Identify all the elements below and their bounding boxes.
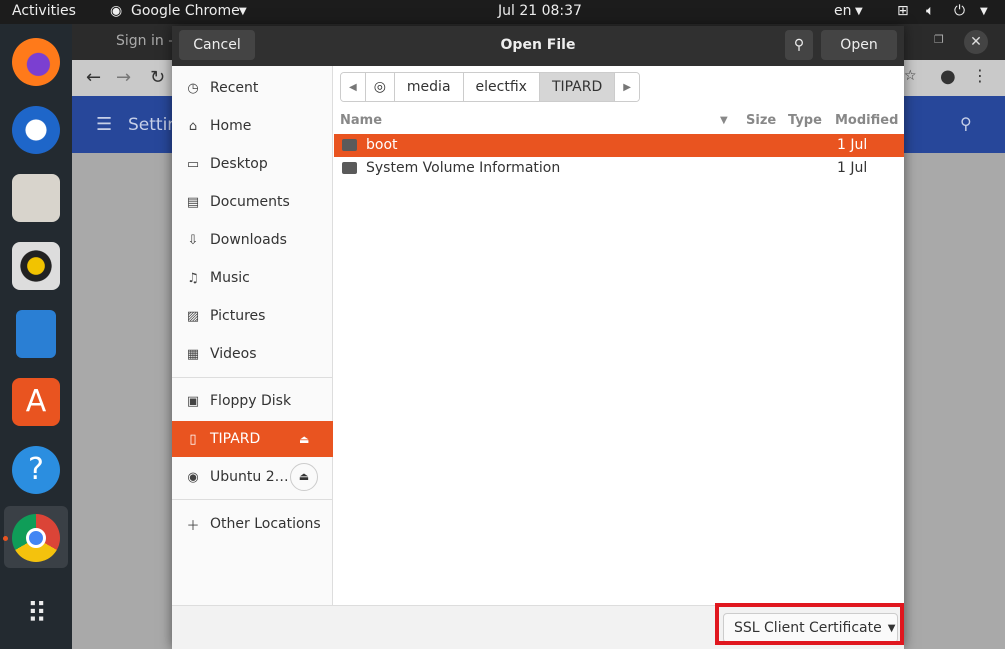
- path-segment-electfix[interactable]: electfix: [463, 73, 540, 101]
- rhythmbox-icon[interactable]: [12, 242, 60, 290]
- menu-icon[interactable]: ⋮: [972, 66, 988, 85]
- column-size[interactable]: Size: [746, 113, 776, 128]
- sidebar-item-downloads[interactable]: ⇩ Downloads: [172, 222, 333, 258]
- show-applications-icon[interactable]: ⠿: [12, 590, 60, 638]
- sidebar-item-videos[interactable]: ▦ Videos: [172, 336, 333, 372]
- drive-icon[interactable]: ◎: [365, 73, 395, 101]
- path-scroll-left[interactable]: ◀: [341, 73, 366, 101]
- thunderbird-icon[interactable]: [12, 106, 60, 154]
- sidebar-item-desktop[interactable]: ▭ Desktop: [172, 146, 333, 182]
- writer-icon[interactable]: [16, 310, 56, 358]
- dialog-header: Cancel Open File ⚲ Open: [172, 26, 904, 66]
- sidebar-item-tipard[interactable]: ▯ TIPARD ⏏: [172, 421, 333, 457]
- sidebar-item-floppy[interactable]: ▣ Floppy Disk: [172, 383, 333, 419]
- eject-icon[interactable]: ⏏: [299, 433, 309, 446]
- chrome-tab[interactable]: Sign in –: [116, 33, 175, 49]
- sidebar-item-ubuntu[interactable]: ◉ Ubuntu 2… ⏏: [172, 459, 333, 495]
- folder-icon: [342, 162, 357, 174]
- chrome-app-icon: ◉: [110, 3, 123, 19]
- dock: A ? ⠿: [0, 24, 72, 649]
- column-modified[interactable]: Modified: [835, 113, 898, 128]
- activities-button[interactable]: Activities: [12, 3, 76, 19]
- chevron-down-icon: ▼: [855, 6, 863, 17]
- usb-drive-icon: ▯: [189, 431, 197, 447]
- column-type[interactable]: Type: [788, 113, 822, 128]
- divider: [172, 377, 333, 378]
- sidebar-item-other-locations[interactable]: ＋ Other Locations: [172, 506, 333, 542]
- column-name[interactable]: Name: [340, 113, 382, 128]
- clock-icon: ◷: [187, 80, 199, 96]
- software-icon[interactable]: A: [12, 378, 60, 426]
- file-row[interactable]: System Volume Information 1 Jul: [334, 157, 904, 180]
- sidebar-item-recent[interactable]: ◷ Recent: [172, 70, 333, 106]
- path-bar: ◀ ◎ media electfix TIPARD ▶: [340, 72, 640, 102]
- restore-icon[interactable]: ❐: [934, 33, 944, 46]
- settings-title: Settin: [128, 115, 179, 135]
- floppy-icon: ▣: [186, 393, 200, 409]
- language-menu[interactable]: en: [834, 3, 852, 19]
- eject-button[interactable]: ⏏: [290, 463, 318, 491]
- music-icon: ♫: [187, 270, 199, 286]
- video-icon: ▦: [186, 346, 200, 362]
- path-scroll-right[interactable]: ▶: [615, 73, 639, 101]
- top-bar: Activities ◉ Google Chrome ▼ Jul 21 08:3…: [0, 0, 1005, 24]
- search-button[interactable]: ⚲: [785, 30, 813, 60]
- path-segment-media[interactable]: media: [394, 73, 464, 101]
- app-menu[interactable]: Google Chrome: [131, 3, 240, 19]
- plus-icon: ＋: [186, 518, 200, 534]
- home-icon: ⌂: [188, 118, 198, 134]
- file-row[interactable]: boot 1 Jul: [334, 134, 904, 157]
- places-sidebar: ◷ Recent ⌂ Home ▭ Desktop ▤ Documents ⇩ Downl…: [172, 66, 333, 605]
- disc-icon: ◉: [187, 469, 199, 485]
- back-icon[interactable]: ←: [86, 67, 101, 88]
- running-indicator: [3, 536, 8, 541]
- open-button[interactable]: Open: [821, 30, 897, 60]
- network-icon[interactable]: ⊞: [897, 3, 909, 19]
- volume-icon[interactable]: 🔈︎: [926, 3, 934, 19]
- column-header: Name ▼ Size Type Modified: [334, 110, 904, 132]
- files-icon[interactable]: [12, 174, 60, 222]
- forward-icon[interactable]: →: [116, 67, 131, 88]
- folder-icon: [342, 139, 357, 151]
- close-icon[interactable]: ✕: [964, 30, 988, 54]
- search-icon[interactable]: ⚲: [960, 114, 972, 133]
- desktop-icon: ▭: [186, 156, 200, 172]
- sidebar-item-home[interactable]: ⌂ Home: [172, 108, 333, 144]
- path-segment-tipard[interactable]: TIPARD: [539, 73, 616, 101]
- chevron-down-icon: ▼: [239, 6, 247, 17]
- sidebar-item-music[interactable]: ♫ Music: [172, 260, 333, 296]
- clock[interactable]: Jul 21 08:37: [498, 3, 582, 19]
- open-file-dialog: Cancel Open File ⚲ Open ◷ Recent ⌂ Home ▭ D…: [172, 26, 904, 649]
- profile-icon[interactable]: ●: [940, 66, 956, 87]
- divider: [172, 499, 333, 500]
- sort-down-icon: ▼: [720, 115, 728, 126]
- sidebar-item-pictures[interactable]: ▨ Pictures: [172, 298, 333, 334]
- firefox-icon[interactable]: [12, 38, 60, 86]
- search-icon: ⚲: [793, 37, 805, 53]
- help-icon[interactable]: ?: [12, 446, 60, 494]
- hamburger-icon[interactable]: ☰: [96, 114, 112, 135]
- reload-icon[interactable]: ↻: [150, 67, 165, 88]
- chevron-down-icon[interactable]: ▼: [980, 6, 988, 17]
- highlight-box: [715, 603, 904, 645]
- chrome-icon[interactable]: [12, 514, 60, 562]
- document-icon: ▤: [186, 194, 200, 210]
- picture-icon: ▨: [186, 308, 200, 324]
- sidebar-item-documents[interactable]: ▤ Documents: [172, 184, 333, 220]
- bookmark-star-icon[interactable]: ☆: [904, 68, 917, 84]
- download-icon: ⇩: [187, 232, 199, 248]
- power-icon[interactable]: ⏻: [954, 3, 965, 19]
